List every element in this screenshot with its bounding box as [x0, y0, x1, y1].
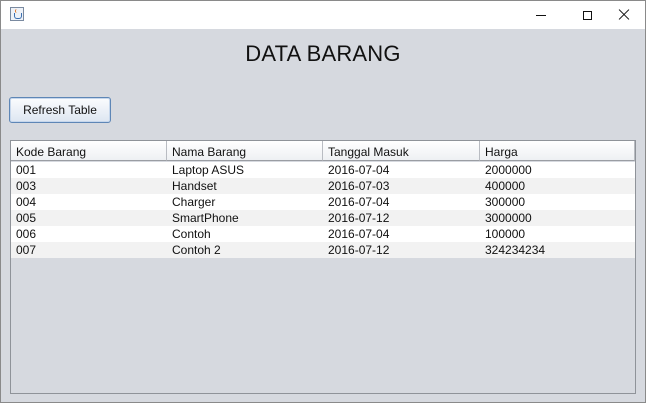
cell-nama-barang[interactable]: SmartPhone — [167, 210, 323, 226]
maximize-icon — [582, 10, 592, 20]
cell-tanggal-masuk[interactable]: 2016-07-04 — [323, 162, 480, 178]
table-scroll-pane[interactable]: Kode Barang Nama Barang Tanggal Masuk Ha… — [10, 140, 636, 394]
minimize-icon — [536, 14, 546, 16]
column-header-nama-barang[interactable]: Nama Barang — [167, 141, 323, 161]
table-row[interactable]: 005 SmartPhone 2016-07-12 3000000 — [11, 210, 635, 226]
table-body: 001 Laptop ASUS 2016-07-04 2000000 003 H… — [11, 162, 635, 258]
cell-nama-barang[interactable]: Laptop ASUS — [167, 162, 323, 178]
minimize-button[interactable] — [518, 1, 564, 29]
cell-harga[interactable]: 300000 — [480, 194, 635, 210]
cell-nama-barang[interactable]: Charger — [167, 194, 323, 210]
close-icon — [618, 9, 630, 21]
cell-harga[interactable]: 400000 — [480, 178, 635, 194]
table-row[interactable]: 001 Laptop ASUS 2016-07-04 2000000 — [11, 162, 635, 178]
table-header: Kode Barang Nama Barang Tanggal Masuk Ha… — [11, 141, 635, 162]
cell-kode-barang[interactable]: 003 — [11, 178, 167, 194]
cell-nama-barang[interactable]: Contoh — [167, 226, 323, 242]
title-bar[interactable] — [1, 1, 645, 29]
table-row[interactable]: 007 Contoh 2 2016-07-12 324234234 — [11, 242, 635, 258]
cell-kode-barang[interactable]: 001 — [11, 162, 167, 178]
cell-tanggal-masuk[interactable]: 2016-07-04 — [323, 194, 480, 210]
cell-kode-barang[interactable]: 007 — [11, 242, 167, 258]
cell-harga[interactable]: 324234234 — [480, 242, 635, 258]
cell-harga[interactable]: 100000 — [480, 226, 635, 242]
column-header-harga[interactable]: Harga — [480, 141, 635, 161]
cell-kode-barang[interactable]: 006 — [11, 226, 167, 242]
cell-harga[interactable]: 3000000 — [480, 210, 635, 226]
cell-kode-barang[interactable]: 004 — [11, 194, 167, 210]
cell-kode-barang[interactable]: 005 — [11, 210, 167, 226]
cell-tanggal-masuk[interactable]: 2016-07-12 — [323, 210, 480, 226]
table-row[interactable]: 003 Handset 2016-07-03 400000 — [11, 178, 635, 194]
refresh-table-button[interactable]: Refresh Table — [9, 97, 111, 123]
java-cup-icon — [10, 7, 24, 21]
cell-nama-barang[interactable]: Handset — [167, 178, 323, 194]
column-header-tanggal-masuk[interactable]: Tanggal Masuk — [323, 141, 480, 161]
cell-tanggal-masuk[interactable]: 2016-07-03 — [323, 178, 480, 194]
page-title: DATA BARANG — [245, 41, 401, 66]
table-row[interactable]: 004 Charger 2016-07-04 300000 — [11, 194, 635, 210]
cell-harga[interactable]: 2000000 — [480, 162, 635, 178]
cell-tanggal-masuk[interactable]: 2016-07-12 — [323, 242, 480, 258]
cell-nama-barang[interactable]: Contoh 2 — [167, 242, 323, 258]
table-row[interactable]: 006 Contoh 2016-07-04 100000 — [11, 226, 635, 242]
column-header-kode-barang[interactable]: Kode Barang — [11, 141, 167, 161]
cell-tanggal-masuk[interactable]: 2016-07-04 — [323, 226, 480, 242]
app-window: DATA BARANG Refresh Table Kode Barang Na… — [0, 0, 646, 403]
close-button[interactable] — [601, 1, 646, 29]
